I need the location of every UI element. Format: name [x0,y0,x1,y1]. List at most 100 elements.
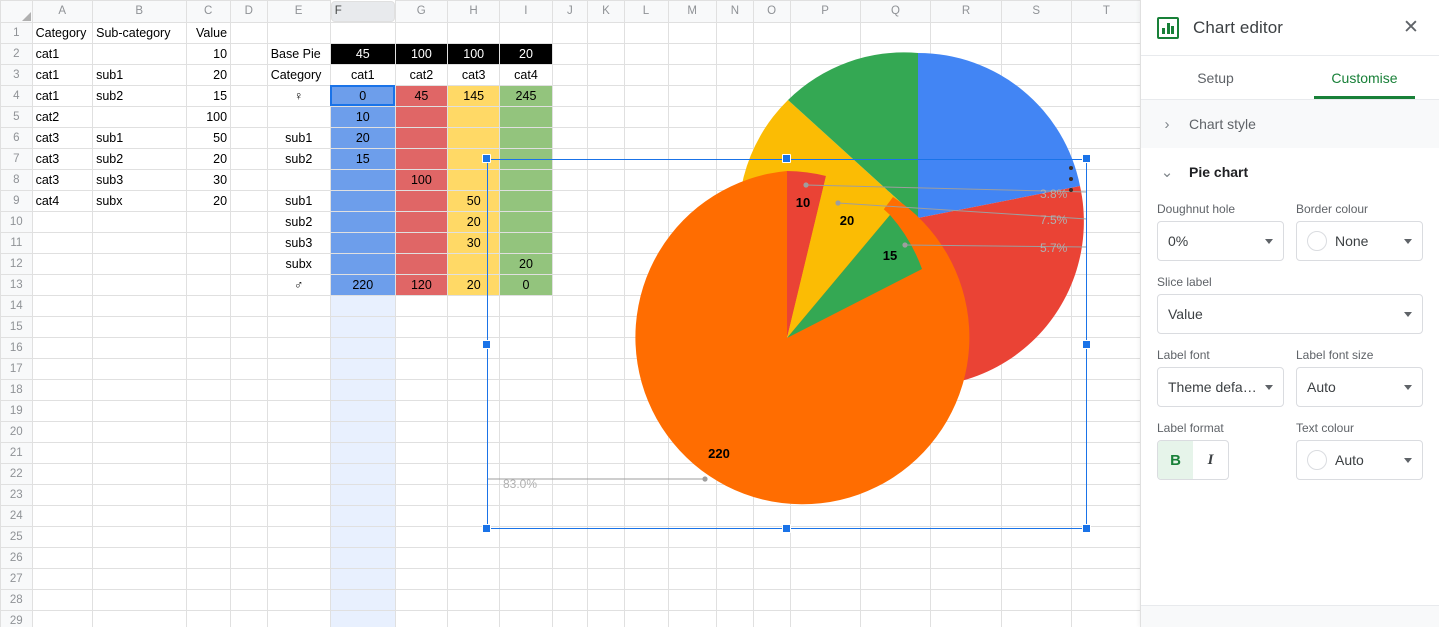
cell-L29[interactable] [623,609,669,627]
cell-M1[interactable] [667,21,718,44]
cell-A21[interactable] [31,441,94,464]
cell-F7[interactable]: 15 [329,147,396,170]
cell-C18[interactable] [185,378,232,401]
cell-P1[interactable] [789,21,861,44]
cell-O29[interactable] [752,609,791,627]
cell-G12[interactable] [394,252,449,275]
row-header-21[interactable]: 21 [0,441,33,464]
column-header-p[interactable]: P [789,0,861,23]
cell-D19[interactable] [230,399,268,422]
cell-D17[interactable] [230,357,268,380]
cell-D23[interactable] [230,483,268,506]
cell-F25[interactable] [329,525,396,548]
row-header-15[interactable]: 15 [0,315,33,338]
cell-E25[interactable] [266,525,331,548]
cell-S3[interactable] [1000,63,1072,86]
cell-I3[interactable]: cat4 [499,63,553,86]
cell-D26[interactable] [230,546,268,569]
cell-J2[interactable] [551,42,589,65]
cell-M25[interactable] [667,525,718,548]
cell-D4[interactable] [230,84,268,107]
cell-M28[interactable] [667,588,718,611]
cell-O1[interactable] [752,21,791,44]
cell-G3[interactable]: cat2 [394,63,449,86]
cell-G2[interactable]: 100 [394,42,449,65]
cell-B10[interactable] [92,210,187,233]
cell-M4[interactable] [667,84,718,107]
cell-B15[interactable] [92,315,187,338]
cell-B8[interactable]: sub3 [92,168,187,191]
cell-M3[interactable] [667,63,718,86]
cell-R1[interactable] [930,21,1002,44]
cell-H26[interactable] [447,546,501,569]
cell-P5[interactable] [789,105,861,128]
cell-J6[interactable] [551,126,589,149]
cell-A22[interactable] [31,462,94,485]
cell-E13[interactable]: ♂ [266,273,331,296]
cell-F9[interactable] [329,189,396,212]
cell-J4[interactable] [551,84,589,107]
cell-C24[interactable] [185,504,232,527]
cell-B21[interactable] [92,441,187,464]
cell-O28[interactable] [752,588,791,611]
cell-E8[interactable] [266,168,331,191]
cell-L1[interactable] [623,21,669,44]
cell-G16[interactable] [394,336,449,359]
cell-F6[interactable]: 20 [329,126,396,149]
cell-S26[interactable] [1000,546,1072,569]
cell-B4[interactable]: sub2 [92,84,187,107]
cell-D14[interactable] [230,294,268,317]
cell-T26[interactable] [1070,546,1142,569]
cell-P28[interactable] [789,588,861,611]
cell-K26[interactable] [587,546,625,569]
cell-C12[interactable] [185,252,232,275]
cell-E10[interactable]: sub2 [266,210,331,233]
resize-handle-top-center[interactable] [782,154,791,163]
cell-D29[interactable] [230,609,268,627]
column-header-f[interactable]: F [330,0,395,22]
cell-L26[interactable] [623,546,669,569]
cell-F1[interactable] [329,21,396,44]
cell-C19[interactable] [185,399,232,422]
cell-I27[interactable] [499,567,553,590]
cell-T29[interactable] [1070,609,1142,627]
cell-C10[interactable] [185,210,232,233]
cell-B16[interactable] [92,336,187,359]
bold-button[interactable]: B [1158,441,1193,479]
cell-B12[interactable] [92,252,187,275]
cell-F18[interactable] [329,378,396,401]
cell-A4[interactable]: cat1 [31,84,94,107]
slice-label-select[interactable]: Value [1157,294,1423,334]
cell-C27[interactable] [185,567,232,590]
cell-B28[interactable] [92,588,187,611]
cell-E29[interactable] [266,609,331,627]
cell-C26[interactable] [185,546,232,569]
cell-M2[interactable] [667,42,718,65]
cell-G20[interactable] [394,420,449,443]
cell-A2[interactable]: cat1 [31,42,94,65]
cell-E19[interactable] [266,399,331,422]
cell-G27[interactable] [394,567,449,590]
cell-D15[interactable] [230,315,268,338]
cell-F19[interactable] [329,399,396,422]
cell-A27[interactable] [31,567,94,590]
cell-D20[interactable] [230,420,268,443]
cell-A10[interactable] [31,210,94,233]
cell-G18[interactable] [394,378,449,401]
cell-E15[interactable] [266,315,331,338]
cell-Q2[interactable] [859,42,932,65]
column-header-k[interactable]: K [587,0,625,23]
cell-N1[interactable] [716,21,754,44]
cell-M6[interactable] [667,126,718,149]
row-header-6[interactable]: 6 [0,126,33,149]
row-header-14[interactable]: 14 [0,294,33,317]
cell-G28[interactable] [394,588,449,611]
cell-T28[interactable] [1070,588,1142,611]
cell-K4[interactable] [587,84,625,107]
cell-G19[interactable] [394,399,449,422]
cell-F15[interactable] [329,315,396,338]
cell-C2[interactable]: 10 [185,42,232,65]
cell-Q28[interactable] [859,588,932,611]
cell-N5[interactable] [716,105,754,128]
cell-T6[interactable] [1070,126,1142,149]
